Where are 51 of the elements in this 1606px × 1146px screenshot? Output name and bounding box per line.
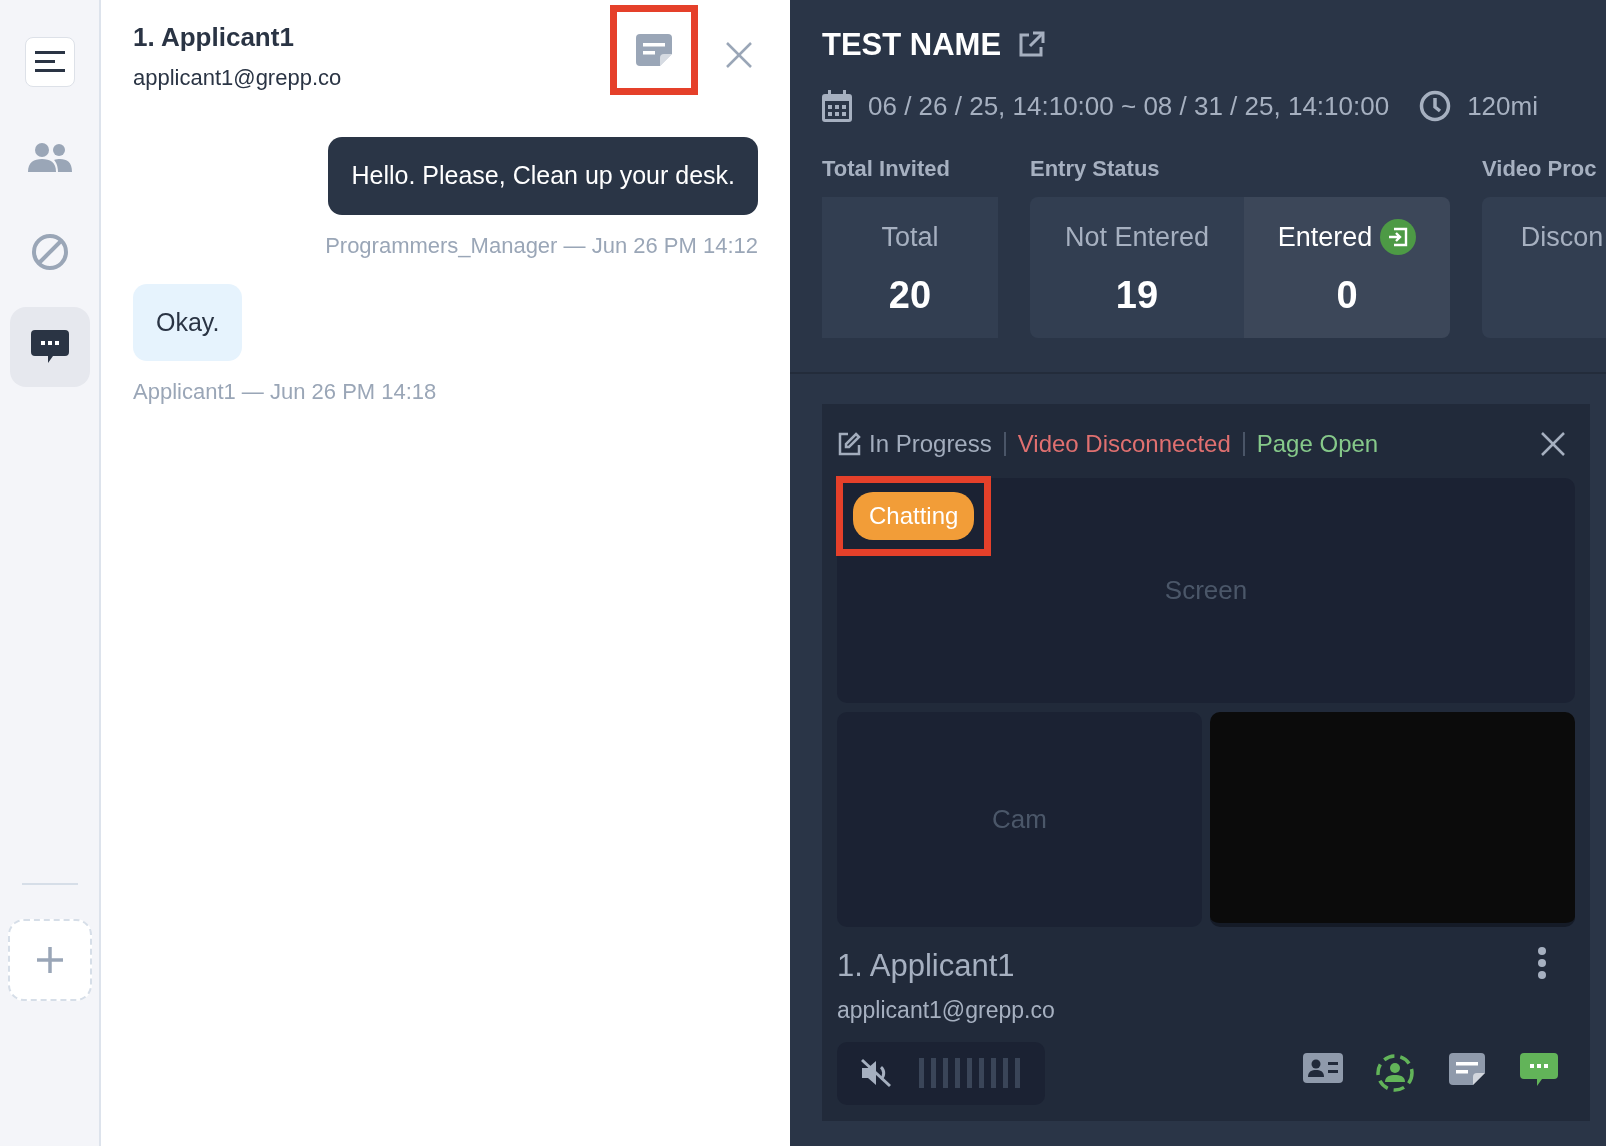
chat-icon bbox=[1520, 1053, 1558, 1087]
external-link-icon[interactable] bbox=[1017, 31, 1046, 60]
plus-icon bbox=[36, 947, 63, 973]
stat-value: 0 bbox=[1336, 273, 1358, 318]
menu-button[interactable] bbox=[24, 37, 75, 87]
muted-speaker-icon bbox=[860, 1058, 892, 1088]
group-label: Video Proc bbox=[1482, 154, 1598, 183]
close-icon bbox=[726, 42, 752, 68]
memo-icon bbox=[636, 34, 672, 66]
ban-icon bbox=[30, 233, 69, 271]
stat-value: 20 bbox=[888, 273, 932, 318]
sidebar-item[interactable] bbox=[9, 307, 90, 387]
stat-card[interactable]: Discon bbox=[1482, 196, 1606, 338]
status-badge: Chatting bbox=[853, 491, 975, 540]
applicant-name: 1. Applicant1 bbox=[837, 946, 1016, 985]
group-label: Entry Status bbox=[1030, 154, 1161, 183]
chat-title: 1. Applicant1 bbox=[133, 22, 295, 54]
action-button[interactable] bbox=[1373, 1053, 1417, 1093]
face-scan-icon bbox=[1375, 1053, 1415, 1093]
stat-card[interactable]: Total 20 bbox=[822, 196, 998, 338]
memo-icon bbox=[1449, 1053, 1485, 1085]
close-icon bbox=[1541, 431, 1565, 456]
calendar-icon bbox=[822, 90, 852, 122]
stat-value: 19 bbox=[1115, 273, 1159, 318]
stat-label: Entered bbox=[1277, 220, 1373, 254]
test-title: TEST NAME bbox=[822, 26, 1002, 64]
group-label: Total Invited bbox=[822, 154, 951, 183]
menu-icon bbox=[34, 51, 65, 73]
chat-icon bbox=[30, 330, 69, 364]
clock-icon bbox=[1419, 90, 1452, 122]
applicant-email: applicant1@grepp.co bbox=[837, 996, 1056, 1025]
enter-icon bbox=[1380, 218, 1417, 255]
date-range: 06 / 26 / 25, 14:10:00 ~ 08 / 31 / 25, 14:10:00 bbox=[868, 89, 1390, 123]
stat-card[interactable]: Not Entered 19 bbox=[1030, 196, 1244, 338]
message-bubble: Hello. Please, Clean up your desk. bbox=[328, 137, 758, 215]
edit-icon bbox=[837, 431, 861, 456]
chat-email: applicant1@grepp.co bbox=[133, 64, 343, 93]
message-meta: Programmers_Manager — Jun 26 PM 14:12 bbox=[325, 231, 758, 260]
stat-label: Discon bbox=[1520, 220, 1604, 254]
stat-label: Not Entered bbox=[1064, 220, 1210, 254]
stat-label: Total bbox=[881, 220, 939, 254]
status-text: In Progress bbox=[869, 428, 992, 459]
id-card-icon bbox=[1303, 1053, 1343, 1083]
stat-card[interactable]: Entered 0 bbox=[1244, 196, 1450, 338]
message-bubble: Okay. bbox=[133, 283, 243, 361]
status-text: Video Disconnected bbox=[1017, 428, 1231, 459]
status-text: Page Open bbox=[1256, 428, 1379, 459]
people-icon bbox=[27, 142, 72, 172]
duration: 120mi bbox=[1467, 89, 1538, 123]
message-meta: Applicant1 — Jun 26 PM 14:18 bbox=[133, 378, 437, 406]
kebab-icon bbox=[1537, 946, 1547, 979]
